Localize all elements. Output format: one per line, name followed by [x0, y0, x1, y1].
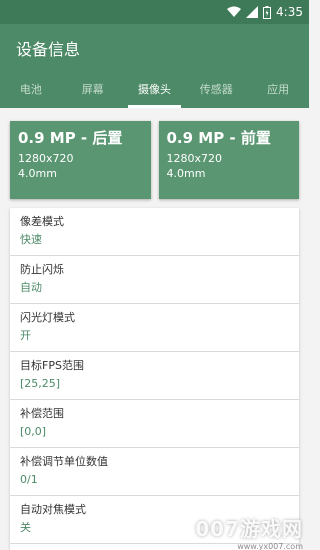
list-item: 目标FPS范围 [25,25]: [10, 352, 299, 400]
watermark-logo: 007游戏网 www.yx007.com: [195, 513, 303, 550]
list-item: 闪光灯模式 开: [10, 304, 299, 352]
watermark-text: 007游戏网: [195, 517, 303, 541]
property-label: 闪光灯模式: [20, 311, 75, 324]
tab-sensors[interactable]: 传感器: [185, 74, 247, 108]
app-bar: 设备信息: [0, 24, 309, 74]
list-item: 补偿范围 [0,0]: [10, 400, 299, 448]
property-value: 开: [20, 329, 31, 342]
camera-resolution: 1280x720: [18, 152, 74, 165]
signal-icon: [246, 6, 259, 18]
property-label: 目标FPS范围: [20, 359, 84, 372]
page-title: 设备信息: [16, 40, 81, 59]
property-label: 防止闪烁: [20, 263, 64, 276]
camera-focal-length: 4.0mm: [18, 167, 57, 180]
battery-icon: [263, 5, 272, 19]
status-bar: 4:35: [0, 0, 309, 24]
property-value: 快速: [20, 233, 42, 246]
tab-battery[interactable]: 电池: [0, 74, 62, 108]
property-label: 补偿范围: [20, 407, 64, 420]
status-icons: 4:35: [227, 3, 303, 21]
tab-bar: 电池 屏幕 摄像头 传感器 应用: [0, 74, 309, 108]
property-value: [0,0]: [20, 425, 47, 438]
tab-screen[interactable]: 屏幕: [62, 74, 124, 108]
wifi-icon: [227, 6, 242, 17]
watermark-url: www.yx007.com: [237, 542, 303, 550]
camera-cards: 0.9 MP - 后置 1280x720 4.0mm 0.9 MP - 前置 1…: [10, 121, 299, 199]
tab-camera[interactable]: 摄像头: [124, 74, 186, 108]
list-item: 防止闪烁 自动: [10, 256, 299, 304]
list-item: 补偿调节单位数值 0/1: [10, 448, 299, 496]
property-label: 补偿调节单位数值: [20, 455, 108, 468]
camera-resolution: 1280x720: [166, 152, 223, 165]
status-time: 4:35: [276, 5, 303, 19]
tab-apps[interactable]: 应用: [247, 74, 309, 108]
camera-card-front[interactable]: 0.9 MP - 前置 1280x720 4.0mm: [158, 121, 299, 199]
property-label: 像差模式: [20, 215, 64, 228]
property-value: [25,25]: [20, 377, 61, 390]
list-item: 像差模式 快速: [10, 208, 299, 256]
camera-focal-length: 4.0mm: [166, 167, 206, 180]
camera-properties-list[interactable]: 像差模式 快速 防止闪烁 自动 闪光灯模式 开 目标FPS范围 [25,25] …: [10, 208, 299, 550]
property-value: 0/1: [20, 473, 38, 486]
camera-card-rear[interactable]: 0.9 MP - 后置 1280x720 4.0mm: [10, 121, 151, 199]
camera-title: 0.9 MP - 前置: [166, 129, 271, 147]
property-value: 自动: [20, 281, 42, 294]
camera-title: 0.9 MP - 后置: [18, 129, 123, 147]
